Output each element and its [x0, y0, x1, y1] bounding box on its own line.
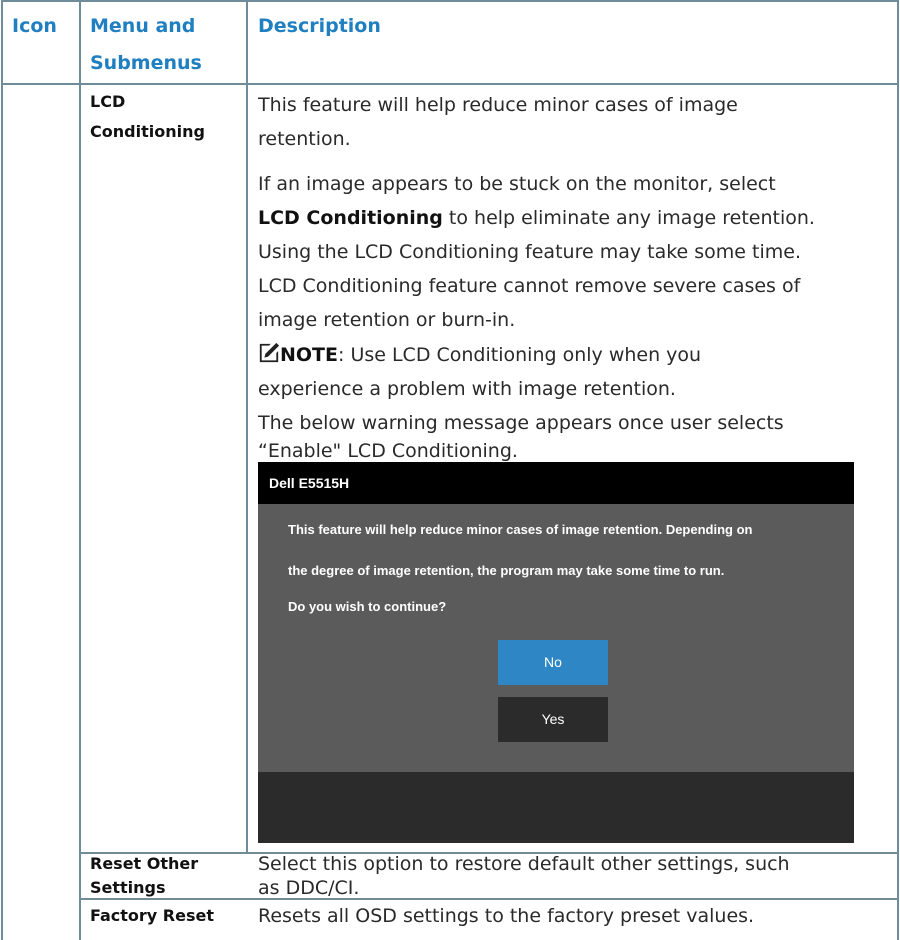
osd-message-line3: Do you wish to continue? — [288, 599, 447, 614]
menu-reset-other-l2: Settings — [90, 878, 166, 897]
desc-lcd-note-line1: NOTE: Use LCD Conditioning only when you — [258, 338, 898, 372]
desc-lcd-p2-line5: image retention or burn-in. — [258, 309, 516, 331]
pencil-note-icon — [258, 342, 280, 364]
desc-reset-other-l2: as DDC/CI. — [258, 877, 360, 899]
desc-lcd-p1-line2: retention. — [258, 128, 351, 150]
desc-factory-reset: Resets all OSD settings to the factory p… — [258, 905, 755, 927]
desc-lcd-p2-line2-rest: to help eliminate any image retention. — [442, 207, 815, 229]
border-col2 — [246, 0, 248, 940]
border-top — [1, 0, 899, 2]
menu-lcd-conditioning-line2: Conditioning — [90, 122, 205, 141]
osd-warning-dialog: Dell E5515H This feature will help reduc… — [258, 462, 854, 843]
desc-reset-other-l1: Select this option to restore default ot… — [258, 853, 790, 875]
header-menu-line2: Submenus — [90, 52, 202, 74]
border-col1 — [79, 0, 81, 940]
desc-lcd-p2-line1: If an image appears to be stuck on the m… — [258, 173, 776, 195]
desc-lcd-note-line2: experience a problem with image retentio… — [258, 378, 676, 400]
header-menu-line1: Menu and — [90, 15, 196, 37]
row-reset-other: Reset Other Settings Select this option … — [81, 852, 897, 900]
desc-lcd-p2-line3: Using the LCD Conditioning feature may t… — [258, 241, 802, 263]
note-label: NOTE — [280, 344, 338, 366]
osd-yes-button[interactable]: Yes — [498, 697, 608, 742]
border-header — [1, 83, 899, 85]
header-description: Description — [258, 15, 381, 37]
desc-lcd-p2-line2: LCD Conditioning to help eliminate any i… — [258, 201, 898, 235]
osd-message-line1: This feature will help reduce minor case… — [288, 522, 753, 537]
lcd-conditioning-bold: LCD Conditioning — [258, 207, 443, 229]
osd-no-button[interactable]: No — [498, 640, 608, 685]
menu-reset-other-settings: Reset Other Settings — [90, 852, 198, 900]
desc-lcd-p1-line1: This feature will help reduce minor case… — [258, 94, 738, 116]
osd-footer-bar — [258, 772, 854, 843]
osd-title-bar: Dell E5515H — [258, 462, 854, 504]
desc-lcd-p2-line4: LCD Conditioning feature cannot remove s… — [258, 275, 801, 297]
border-left — [1, 0, 3, 940]
menu-reset-other-l1: Reset Other — [90, 854, 199, 873]
desc-reset-other: Select this option to restore default ot… — [258, 852, 894, 900]
osd-title: Dell E5515H — [269, 475, 350, 491]
menu-factory-reset: Factory Reset — [90, 906, 214, 925]
header-icon: Icon — [12, 15, 57, 37]
osd-message-line2: the degree of image retention, the progr… — [288, 563, 725, 578]
row-factory-reset: Factory Reset Resets all OSD settings to… — [81, 900, 897, 940]
desc-lcd-note-line1-rest: : Use LCD Conditioning only when you — [338, 344, 702, 366]
menu-lcd-conditioning-line1: LCD — [90, 92, 126, 111]
